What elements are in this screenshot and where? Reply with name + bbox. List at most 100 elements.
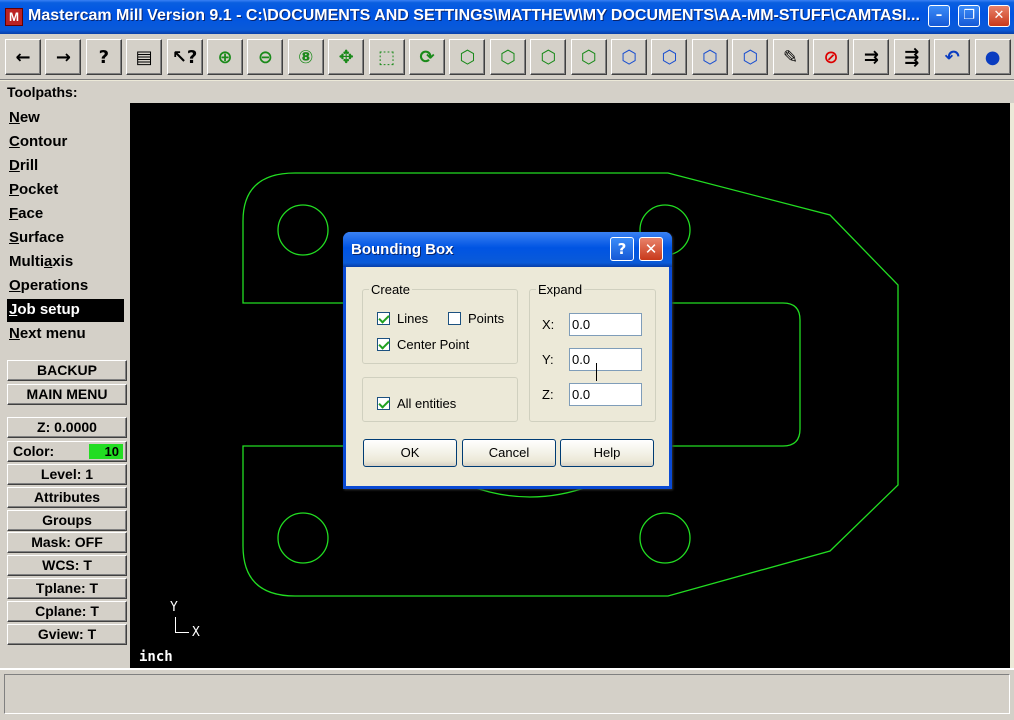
mastercam-app-icon[interactable]: M — [5, 8, 23, 26]
back-icon[interactable]: ← — [5, 39, 41, 75]
cplane-side-icon-glyph: ⬡ — [701, 46, 718, 68]
gview-top-icon-glyph: ⬡ — [459, 46, 476, 68]
screen-color-icon-glyph: ⇶ — [904, 46, 920, 68]
menu-item-job-setup[interactable]: Job setup — [7, 299, 124, 322]
gview-button[interactable]: Gview: T — [7, 624, 127, 645]
edit-pencil-icon-glyph: ✎ — [783, 46, 799, 68]
center-point-checkbox-box[interactable] — [377, 337, 390, 351]
dialog-help-icon[interactable]: ? — [610, 237, 634, 261]
dialog-title: Bounding Box — [351, 241, 454, 258]
window-title: Mastercam Mill Version 9.1 - C:\DOCUMENT… — [28, 7, 920, 24]
menu-item-pocket[interactable]: Pocket — [7, 179, 124, 202]
z-depth-button[interactable]: Z: 0.0000 — [7, 417, 127, 438]
menu-item-multiaxis[interactable]: Multiaxis — [7, 251, 124, 274]
cplane-side-icon[interactable]: ⬡ — [691, 39, 728, 75]
edit-pencil-icon[interactable]: ✎ — [772, 39, 809, 75]
color-swatch: 10 — [89, 444, 123, 459]
forward-icon-glyph: → — [55, 46, 71, 68]
cplane-top-icon[interactable]: ⬡ — [611, 39, 647, 75]
maximize-button[interactable]: ❐ — [958, 5, 980, 27]
bounding-box-dialog: Bounding Box ? ✕ Create Lines Points Cen… — [343, 232, 672, 489]
pan-icon-glyph: ✥ — [338, 46, 354, 68]
color-button[interactable]: Color: 10 — [7, 441, 127, 462]
lines-checkbox[interactable]: Lines — [377, 310, 428, 326]
gview-top-icon[interactable]: ⬡ — [449, 39, 486, 75]
expand-y-input[interactable]: 0.0 — [569, 348, 642, 371]
cplane-top-icon-glyph: ⬡ — [621, 46, 637, 68]
cplane-3d-icon[interactable]: ⬡ — [732, 39, 769, 75]
pan-icon[interactable]: ✥ — [328, 39, 365, 75]
mask-button[interactable]: Mask: OFF — [7, 532, 127, 553]
cplane-front-icon[interactable]: ⬡ — [651, 39, 688, 75]
attributes-button[interactable]: Attributes — [7, 487, 127, 508]
all-entities-checkbox[interactable]: All entities — [377, 395, 456, 411]
points-label: Points — [468, 310, 505, 326]
points-checkbox-box[interactable] — [448, 311, 461, 325]
help-button[interactable]: Help — [560, 439, 654, 467]
menu-item-face[interactable]: Face — [7, 203, 124, 226]
undo-icon[interactable]: ↶ — [934, 39, 971, 75]
auto-cursor-icon[interactable]: ⬚ — [368, 39, 405, 75]
help-icon[interactable]: ? — [85, 39, 122, 75]
gview-front-icon[interactable]: ⬡ — [489, 39, 526, 75]
axis-y-label: Y — [170, 600, 178, 615]
zoom-window-icon[interactable]: ⊕ — [207, 39, 243, 75]
level-button[interactable]: Level: 1 — [7, 464, 127, 485]
gview-side-icon-glyph: ⬡ — [540, 46, 557, 68]
expand-x-input[interactable]: 0.0 — [569, 313, 642, 336]
calculator-icon[interactable]: ▤ — [126, 39, 163, 75]
menu-item-drill[interactable]: Drill — [7, 155, 124, 178]
cancel-button[interactable]: Cancel — [462, 439, 556, 467]
menu-item-contour[interactable]: Contour — [7, 131, 124, 154]
forward-icon[interactable]: → — [45, 39, 82, 75]
screen-color-icon[interactable]: ⇶ — [893, 39, 930, 75]
minimize-button[interactable]: – — [928, 5, 950, 27]
color-label: Color: — [13, 443, 55, 459]
menu-item-new[interactable]: New — [7, 107, 124, 130]
wcs-button[interactable]: WCS: T — [7, 555, 127, 576]
axis-y-line — [175, 617, 176, 632]
main-menu-button[interactable]: MAIN MENU — [7, 384, 127, 405]
tplane-button[interactable]: Tplane: T — [7, 578, 127, 599]
zoom-scale-icon[interactable]: ⑧ — [287, 39, 324, 75]
shade-sphere-icon[interactable]: ● — [974, 39, 1011, 75]
axis-indicator: Y X — [170, 600, 210, 643]
screen-transform-icon-glyph: ⇉ — [863, 46, 879, 68]
gview-side-icon[interactable]: ⬡ — [530, 39, 567, 75]
menu-item-surface[interactable]: Surface — [7, 227, 124, 250]
cplane-button[interactable]: Cplane: T — [7, 601, 127, 622]
shade-sphere-icon-glyph: ● — [984, 46, 1001, 68]
points-checkbox[interactable]: Points — [448, 310, 504, 326]
expand-z-input[interactable]: 0.0 — [569, 383, 642, 406]
menu-item-operations[interactable]: Operations — [7, 275, 124, 298]
title-bar: M Mastercam Mill Version 9.1 - C:\DOCUME… — [0, 0, 1014, 34]
create-legend: Create — [371, 282, 411, 297]
analyze-icon-glyph: ↖? — [171, 46, 198, 68]
close-button[interactable]: ✕ — [988, 5, 1010, 27]
expand-legend: Expand — [538, 282, 583, 297]
lines-checkbox-box[interactable] — [377, 311, 390, 325]
ok-button[interactable]: OK — [363, 439, 457, 467]
gview-front-icon-glyph: ⬡ — [499, 46, 516, 68]
axis-x-label: X — [192, 625, 200, 640]
back-icon-glyph: ← — [15, 46, 31, 68]
delete-icon[interactable]: ⊘ — [813, 39, 849, 75]
main-menu-sidebar: New Contour Drill Pocket Face Surface Multiaxi… — [0, 103, 130, 668]
screen-transform-icon[interactable]: ⇉ — [853, 39, 890, 75]
gview-iso-icon[interactable]: ⬡ — [570, 39, 607, 75]
backup-button[interactable]: BACKUP — [7, 360, 127, 381]
dynamic-rotate-icon[interactable]: ⟳ — [409, 39, 445, 75]
auto-cursor-icon-glyph: ⬚ — [378, 46, 396, 68]
x-label: X: — [542, 317, 555, 332]
analyze-icon[interactable]: ↖? — [166, 39, 203, 75]
groups-button[interactable]: Groups — [7, 510, 127, 531]
dialog-title-bar[interactable]: Bounding Box ? ✕ — [343, 232, 672, 267]
all-entities-checkbox-box[interactable] — [377, 396, 390, 410]
all-entities-label: All entities — [397, 395, 457, 411]
dialog-close-icon[interactable]: ✕ — [639, 237, 663, 261]
center-point-checkbox[interactable]: Center Point — [377, 336, 469, 352]
menu-item-next-menu[interactable]: Next menu — [7, 323, 124, 346]
axis-x-line — [175, 632, 189, 633]
zoom-out-icon[interactable]: ⊖ — [247, 39, 284, 75]
text-cursor-icon — [596, 363, 597, 381]
